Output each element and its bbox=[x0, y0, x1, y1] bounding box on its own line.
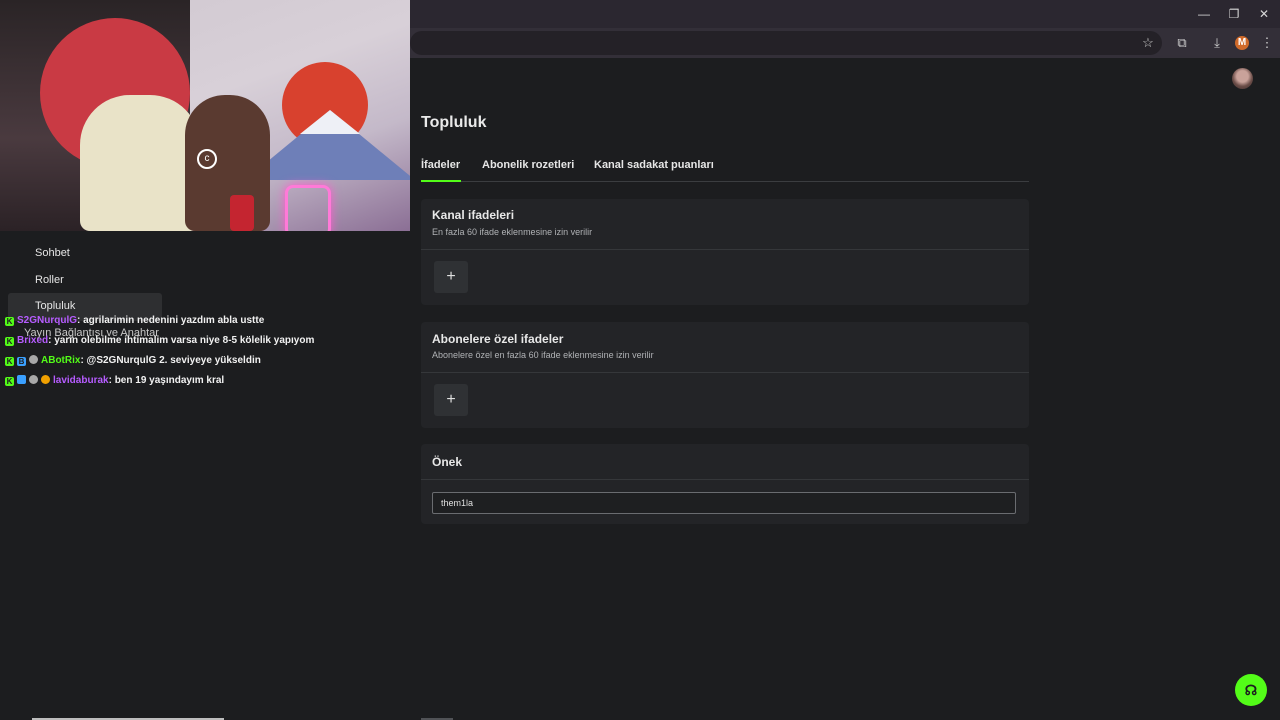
close-window-button[interactable]: ✕ bbox=[1256, 6, 1272, 22]
address-bar[interactable] bbox=[410, 31, 1162, 55]
chat-message: K S2GNurqulG: agrilarimin nedenini yazdım… bbox=[5, 315, 264, 326]
download-icon[interactable]: ⤓ bbox=[1208, 34, 1226, 52]
card-subtitle: Abonelere özel en fazla 60 ifade eklenme… bbox=[432, 350, 654, 360]
user-avatar[interactable] bbox=[1232, 68, 1253, 89]
chat-text: : @S2GNurqulG 2. seviyeye yükseldin bbox=[80, 355, 261, 366]
sub-badge-icon bbox=[29, 375, 38, 384]
card-title: Önek bbox=[432, 455, 463, 469]
card-title: Abonelere özel ifadeler bbox=[432, 332, 564, 346]
subscriber-emotes-card: Abonelere özel ifadeler Abonelere özel e… bbox=[421, 322, 1029, 428]
chat-message: K Brixed: yarin olebilme ihtimalim varsa … bbox=[5, 335, 314, 346]
level-badge-icon bbox=[41, 375, 50, 384]
card-divider bbox=[421, 372, 1029, 373]
tab-abonelik-rozetleri[interactable]: Abonelik rozetleri bbox=[482, 159, 574, 171]
menu-kebab-icon[interactable]: ⋮ bbox=[1258, 34, 1276, 52]
gift-badge-icon bbox=[17, 375, 26, 384]
card-divider bbox=[421, 479, 1029, 480]
kick-badge-icon: K bbox=[5, 377, 14, 386]
sidebar-item-topluluk[interactable]: Topluluk bbox=[35, 300, 75, 312]
kick-badge-icon: K bbox=[5, 337, 14, 346]
chat-text: : agrilarimin nedenini yazdım abla ustte bbox=[77, 315, 265, 326]
chat-username[interactable]: Brixed bbox=[17, 335, 48, 346]
bot-badge-icon: B bbox=[17, 357, 26, 366]
tab-ifadeler[interactable]: İfadeler bbox=[421, 159, 460, 171]
tabs-divider bbox=[421, 181, 1029, 182]
webcam-overlay: c bbox=[0, 0, 410, 231]
profile-avatar[interactable]: M bbox=[1235, 36, 1249, 50]
restore-button[interactable]: ❐ bbox=[1226, 6, 1242, 22]
bot-avatar-icon bbox=[29, 355, 38, 364]
gaming-chair bbox=[80, 95, 200, 231]
neon-sign bbox=[285, 185, 331, 231]
chat-text: : ben 19 yaşındayım kral bbox=[108, 375, 225, 386]
card-subtitle: En fazla 60 ifade eklenmesine izin veril… bbox=[432, 227, 593, 237]
add-subscriber-emote-button[interactable]: + bbox=[434, 384, 468, 416]
wall-tapestry-snowcap bbox=[300, 110, 360, 134]
chat-message: Klavidaburak: ben 19 yaşındayım kral bbox=[5, 375, 224, 386]
help-chat-button[interactable]: ☊ bbox=[1235, 674, 1267, 706]
active-tab-indicator bbox=[421, 180, 461, 182]
channel-emotes-card: Kanal ifadeleri En fazla 60 ifade eklenm… bbox=[421, 199, 1029, 305]
sidebar-item-roller[interactable]: Roller bbox=[35, 274, 64, 286]
microphone bbox=[230, 195, 254, 231]
chat-username[interactable]: S2GNurqulG bbox=[17, 315, 77, 326]
minimize-button[interactable]: — bbox=[1196, 6, 1212, 22]
tab-kanal-sadakat-puanlari[interactable]: Kanal sadakat puanları bbox=[594, 159, 714, 171]
card-title: Kanal ifadeleri bbox=[432, 208, 515, 222]
prefix-input[interactable] bbox=[432, 492, 1016, 514]
page-title: Topluluk bbox=[421, 114, 487, 131]
chat-message: K B ABotRix: @S2GNurqulG 2. seviyeye yükse… bbox=[5, 355, 261, 366]
prefix-card: Önek bbox=[421, 444, 1029, 524]
kick-badge-icon: K bbox=[5, 357, 14, 366]
kick-badge-icon: K bbox=[5, 317, 14, 326]
chat-text: : yarin olebilme ihtimalim varsa niye 8-… bbox=[48, 335, 315, 346]
card-divider bbox=[421, 249, 1029, 250]
bookmark-star-icon[interactable]: ☆ bbox=[1139, 34, 1157, 52]
add-channel-emote-button[interactable]: + bbox=[434, 261, 468, 293]
chat-username[interactable]: lavidaburak bbox=[53, 375, 109, 386]
extensions-icon[interactable]: ⧉ bbox=[1173, 34, 1191, 52]
chat-username[interactable]: ABotRix bbox=[41, 355, 80, 366]
loading-spinner-icon: c bbox=[197, 149, 217, 169]
sidebar-item-sohbet[interactable]: Sohbet bbox=[35, 247, 70, 259]
